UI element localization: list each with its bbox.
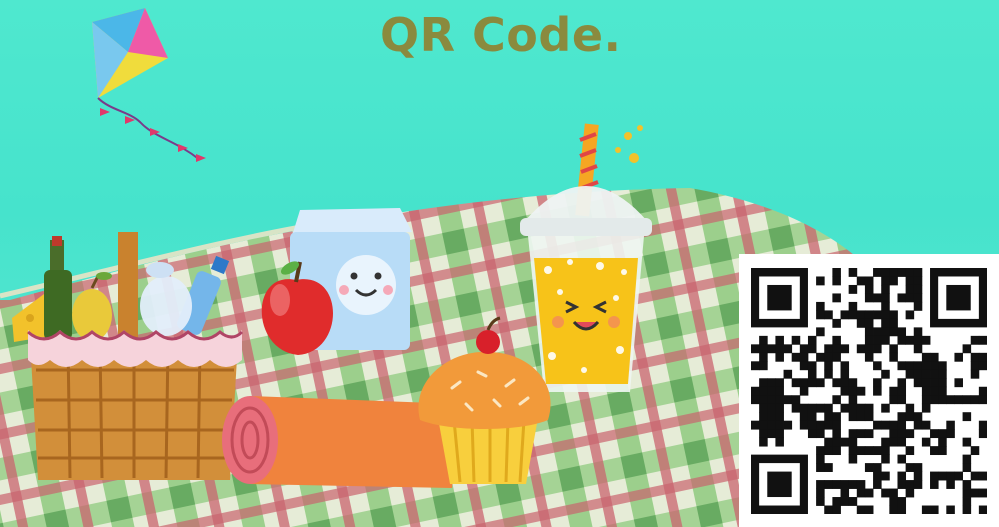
qr-code-icon	[751, 268, 987, 514]
qr-code-panel[interactable]	[739, 254, 999, 527]
wine-bottle-icon	[44, 236, 72, 340]
kite-icon	[92, 8, 206, 162]
